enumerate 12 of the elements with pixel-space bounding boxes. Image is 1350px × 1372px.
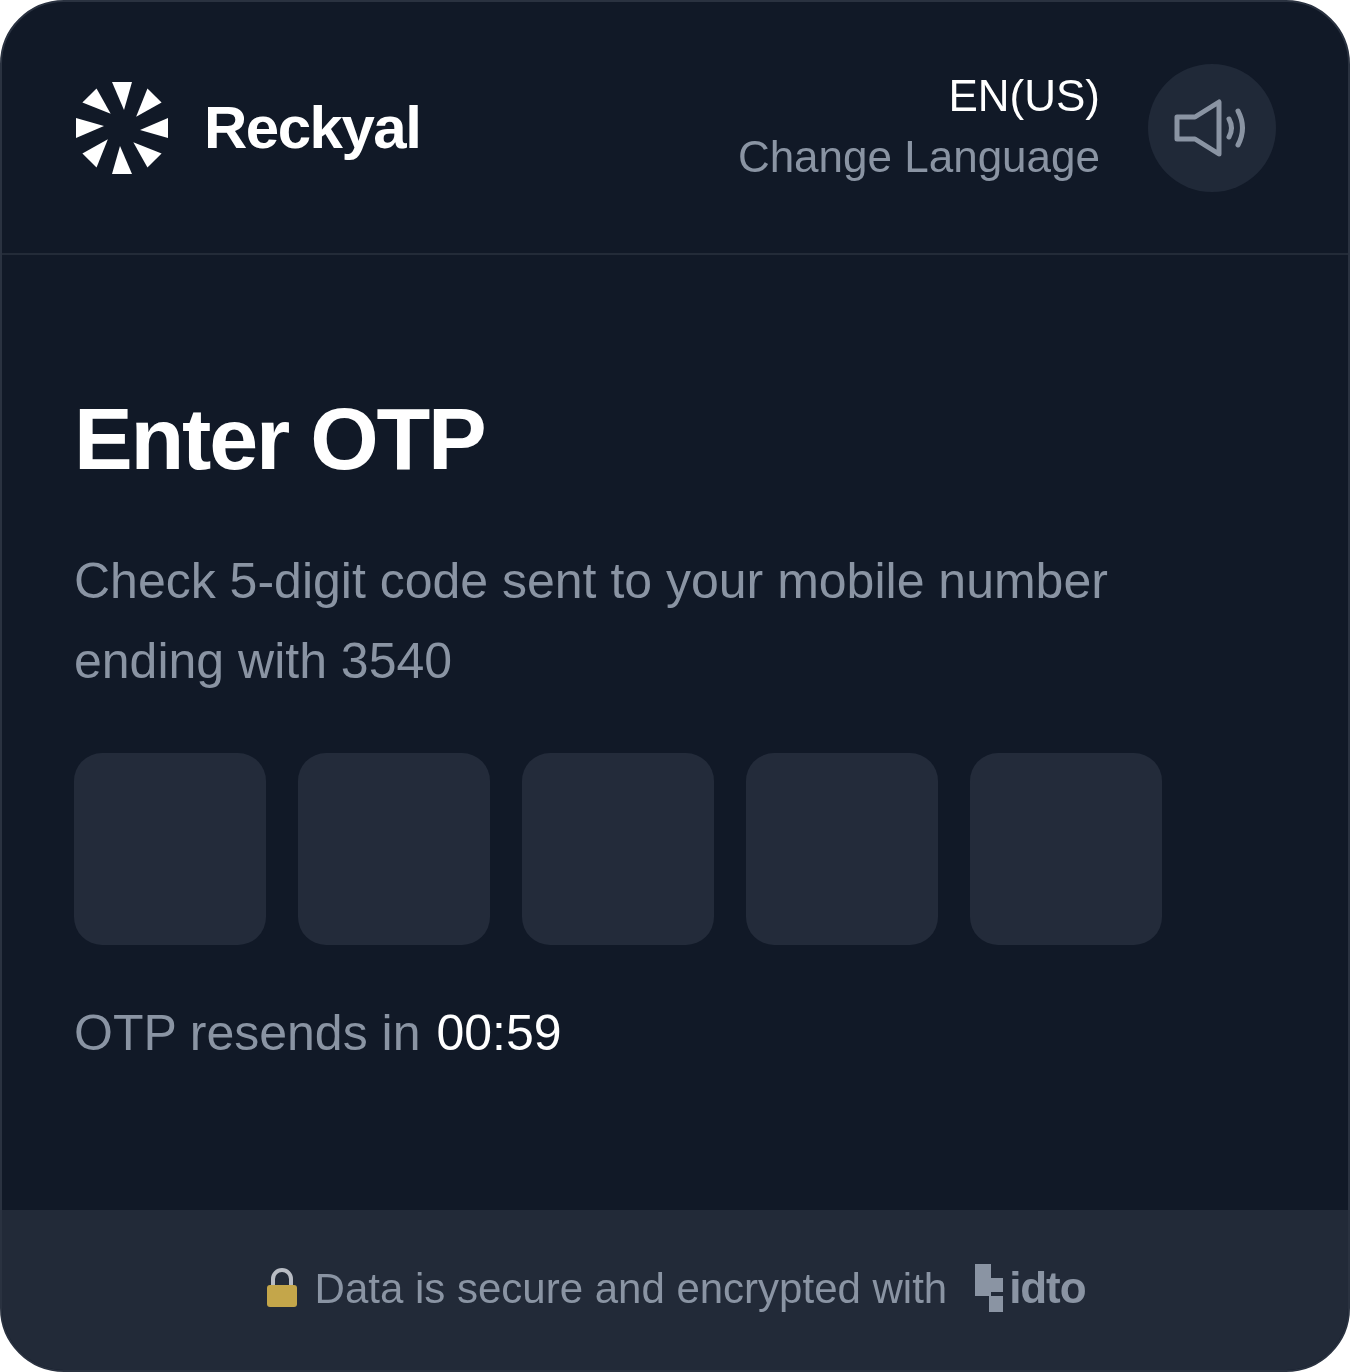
change-language-link[interactable]: Change Language [737, 124, 1100, 189]
brand-name: Reckyal [204, 92, 421, 163]
resend-timer: 00:59 [436, 1004, 562, 1063]
resend-label: OTP resends in [74, 1004, 421, 1063]
logo-icon [74, 79, 170, 176]
lock-icon [264, 1268, 299, 1308]
language-code: EN(US) [948, 69, 1100, 122]
otp-description: Check 5-digit code sent to your mobile number ending with 3540 [74, 552, 1109, 691]
idto-logo-icon [975, 1264, 1006, 1312]
page-title: Enter OTP [74, 395, 486, 483]
security-note: Data is secure and encrypted with [314, 1263, 948, 1314]
idto-brand: idto [1009, 1262, 1086, 1314]
